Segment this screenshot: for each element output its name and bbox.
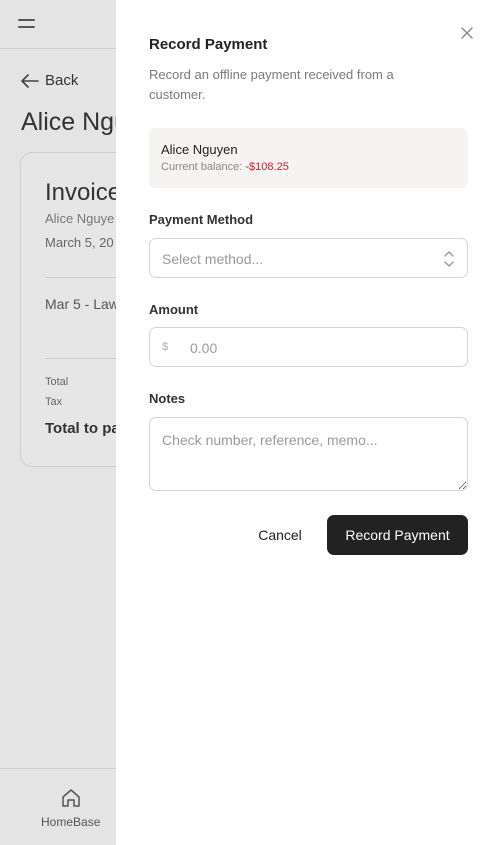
menu-icon[interactable] <box>18 17 35 29</box>
amount-input[interactable] <box>190 337 450 359</box>
amount-label: Amount <box>149 302 199 317</box>
drawer-title: Record Payment <box>149 36 268 53</box>
payment-method-placeholder: Select method... <box>162 251 264 267</box>
record-payment-drawer: Record Payment Record an offline payment… <box>116 0 500 845</box>
drawer-description: Record an offline payment received from … <box>149 67 394 102</box>
home-icon[interactable] <box>60 787 82 809</box>
invoice-line-item: Mar 5 - Law <box>45 296 119 312</box>
cancel-button[interactable]: Cancel <box>247 515 313 555</box>
notes-label: Notes <box>149 391 186 406</box>
close-icon[interactable] <box>458 24 476 42</box>
customer-title: Alice Ngu <box>21 108 128 136</box>
balance-label: Current balance: <box>161 161 243 173</box>
total-to-pay-label: Total to pa <box>45 420 120 437</box>
arrow-left-icon <box>21 73 39 88</box>
customer-name: Alice Nguyen <box>161 142 238 157</box>
payment-method-label: Payment Method <box>149 212 254 227</box>
back-link[interactable]: Back <box>21 72 78 89</box>
tax-label: Tax <box>45 396 63 408</box>
current-balance: Current balance: -$108.25 <box>161 161 289 173</box>
chevron-up-down-icon <box>444 251 454 267</box>
currency-symbol: $ <box>162 341 169 353</box>
payment-method-select[interactable]: Select method... <box>149 238 468 278</box>
notes-textarea[interactable] <box>149 417 468 491</box>
balance-value: -$108.25 <box>245 161 289 173</box>
nav-item-homebase[interactable]: HomeBase <box>41 815 100 829</box>
invoice-customer: Alice Nguye <box>45 211 115 226</box>
invoice-date: March 5, 20 <box>45 235 114 250</box>
customer-summary: Alice Nguyen Current balance: -$108.25 <box>149 128 468 188</box>
invoice-title: Invoice <box>45 179 122 206</box>
back-label: Back <box>45 72 79 89</box>
record-payment-button[interactable]: Record Payment <box>327 515 468 555</box>
amount-field: $ <box>149 327 468 367</box>
total-label: Total <box>45 376 69 388</box>
